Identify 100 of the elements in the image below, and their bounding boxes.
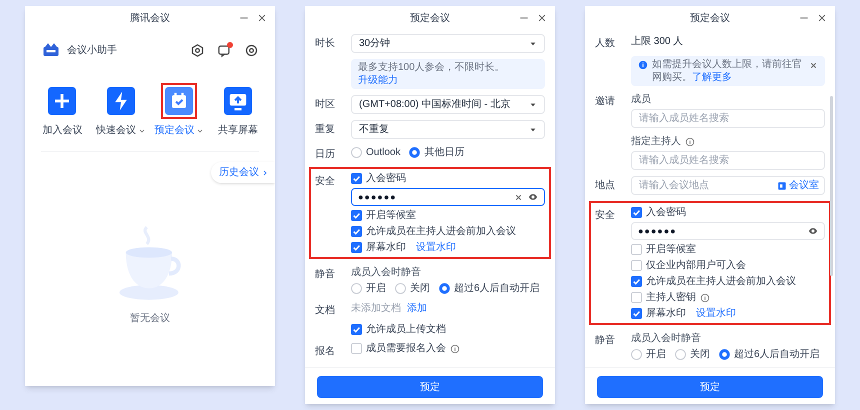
radio-button[interactable] [351, 147, 362, 158]
field-label: 人数 [595, 38, 615, 49]
radio-label: 超过6人后自动开启 [734, 348, 820, 361]
checkbox-label: 屏幕水印 [366, 241, 406, 254]
radio-label: 开启 [366, 282, 386, 295]
checkbox-label: 仅企业内部用户可入会 [646, 259, 746, 272]
radio-button[interactable] [395, 283, 406, 294]
checkbox[interactable] [631, 260, 642, 271]
field-label: 邀请 [595, 96, 615, 107]
field-label: 日历 [315, 149, 335, 160]
field-label: 安全 [595, 210, 615, 221]
chat-icon[interactable] [217, 42, 232, 58]
caret-icon [529, 40, 537, 48]
window-title: 预定会议 [410, 12, 450, 26]
field-label: 地点 [595, 180, 615, 191]
action-button[interactable]: 加入会议 [33, 80, 92, 141]
chevron-right-icon [261, 168, 269, 176]
dropdown[interactable]: 30分钟 [351, 34, 545, 53]
checkbox[interactable] [351, 226, 362, 237]
caret-icon [529, 126, 537, 134]
field-label: 静音 [595, 335, 615, 346]
radio-button[interactable] [439, 283, 450, 294]
radio-button[interactable] [675, 349, 686, 360]
password-field[interactable]: ●●●●●● [351, 188, 545, 206]
screen-upload-icon [224, 87, 252, 115]
hexagon-icon[interactable] [190, 42, 205, 58]
link[interactable]: 设置水印 [696, 307, 736, 320]
radio-label: Outlook [366, 146, 400, 159]
eye-icon[interactable] [528, 192, 538, 202]
eye-icon[interactable] [808, 226, 818, 236]
plus-icon [48, 87, 76, 115]
link[interactable]: 添加 [407, 302, 427, 315]
input-field[interactable]: 请输入成员姓名搜索 [631, 109, 825, 128]
checkbox-label: 开启等候室 [366, 209, 416, 222]
radio-button[interactable] [631, 349, 642, 360]
history-button[interactable]: 历史会议 [211, 162, 275, 183]
checkbox-label: 主持人密钥 [646, 291, 696, 304]
field-label: 文档 [315, 305, 335, 316]
radio-button[interactable] [719, 349, 730, 360]
field-label: 报名 [315, 346, 335, 357]
meeting-room-button[interactable]: 会议室 [777, 179, 819, 192]
checkbox[interactable] [631, 244, 642, 255]
dropdown[interactable]: (GMT+08:00) 中国标准时间 - 北京 [351, 95, 545, 114]
link[interactable]: 了解更多 [692, 72, 732, 83]
action-button[interactable]: 共享屏幕 [208, 80, 267, 141]
field-caption: 成员 [631, 93, 651, 106]
checkbox[interactable] [631, 308, 642, 319]
window-title: 预定会议 [690, 12, 730, 26]
checkbox[interactable] [351, 324, 362, 335]
checkbox[interactable] [351, 242, 362, 253]
radio-button[interactable] [409, 147, 420, 158]
action-button[interactable]: 快速会议 [92, 80, 150, 141]
checkbox[interactable] [351, 343, 362, 354]
password-field[interactable]: ●●●●●● [631, 222, 825, 240]
radio-label: 关闭 [410, 282, 430, 295]
field-label: 安全 [315, 176, 335, 187]
close-icon[interactable] [809, 61, 818, 70]
checkbox-label: 入会密码 [366, 172, 406, 185]
notice-text: 如需提升会议人数上限，请前往官网购买。了解更多 [652, 58, 803, 84]
schedule-button[interactable]: 预定 [597, 376, 823, 398]
empty-message: 暂无会议 [130, 312, 170, 326]
caret-icon [529, 100, 537, 108]
link[interactable]: 升级能力 [358, 75, 398, 86]
checkbox[interactable] [351, 210, 362, 221]
field-caption: 成员入会时静音 [351, 266, 422, 279]
close-icon[interactable] [817, 13, 827, 23]
field-value: 上限 300 人 [631, 34, 684, 48]
action-button[interactable]: 预定会议 [150, 80, 208, 141]
checkbox-label: 成员需要报名入会 [366, 342, 446, 355]
checkbox-label: 允许成员在主持人进会前加入会议 [366, 225, 516, 238]
radio-label: 其他日历 [424, 146, 464, 159]
calendar-check-icon [165, 87, 194, 115]
assistant-name[interactable]: 会议小助手 [67, 42, 190, 58]
checkbox-label: 入会密码 [646, 206, 686, 219]
checkbox-label: 允许成员上传文档 [366, 323, 446, 336]
field-caption: 指定主持人 [631, 135, 681, 148]
field-label: 静音 [315, 269, 335, 280]
scrollbar[interactable] [830, 96, 833, 276]
notice-text: 最多支持100人参会，不限时长。 升级能力 [358, 61, 506, 87]
field-label: 时区 [315, 99, 335, 110]
room-icon [777, 180, 787, 190]
close-icon[interactable] [537, 13, 547, 23]
window-title: 腾讯会议 [130, 12, 170, 26]
assistant-logo-icon[interactable] [41, 41, 61, 59]
checkbox[interactable] [351, 173, 362, 184]
settings-icon[interactable] [244, 42, 259, 58]
field-caption: 成员入会时静音 [631, 332, 702, 345]
close-icon[interactable] [257, 13, 267, 23]
checkbox-label: 屏幕水印 [646, 307, 686, 320]
input-field[interactable]: 请输入成员姓名搜索 [631, 151, 825, 170]
clear-icon[interactable] [514, 192, 523, 202]
field-value: 未添加文档 [351, 302, 401, 315]
schedule-button[interactable]: 预定 [317, 376, 543, 398]
link[interactable]: 设置水印 [416, 241, 456, 254]
checkbox[interactable] [631, 276, 642, 287]
radio-button[interactable] [351, 283, 362, 294]
radio-label: 关闭 [690, 348, 710, 361]
checkbox[interactable] [631, 292, 642, 303]
dropdown[interactable]: 不重复 [351, 120, 545, 139]
checkbox[interactable] [631, 207, 642, 218]
